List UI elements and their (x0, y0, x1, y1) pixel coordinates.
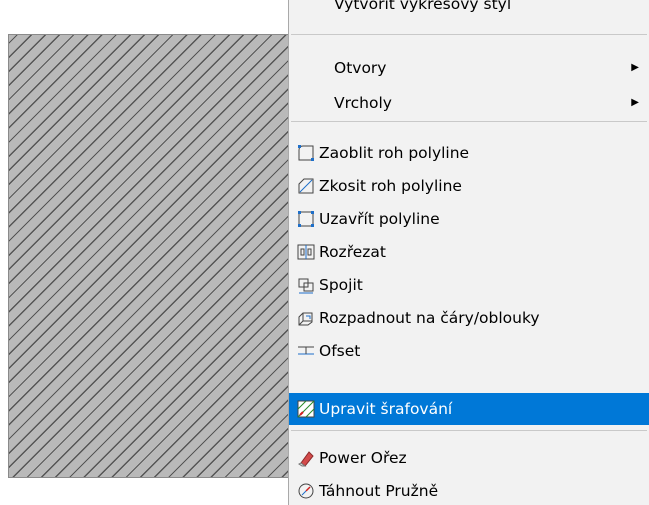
menu-separator (291, 121, 647, 122)
menu-item-vertices[interactable]: Vrcholy ▶ (289, 88, 649, 117)
offset-icon (297, 342, 315, 360)
menu-item-label: Vrcholy (334, 93, 392, 112)
menu-separator (291, 430, 647, 431)
submenu-arrow-icon: ▶ (631, 97, 639, 108)
split-icon (297, 243, 315, 261)
menu-item-join[interactable]: Spojit (289, 270, 649, 299)
menu-item-label: Rozpadnout na čáry/oblouky (319, 308, 540, 327)
menu-item-edit-hatch[interactable]: Upravit šrafování (289, 393, 649, 425)
menu-item-explode[interactable]: Rozpadnout na čáry/oblouky (289, 303, 649, 332)
menu-item-close-polyline[interactable]: Uzavřít polyline (289, 204, 649, 233)
menu-item-create-plot-style[interactable]: Vytvořit výkresový styl (289, 0, 649, 27)
hatched-region[interactable] (8, 34, 293, 478)
menu-item-label: Upravit šrafování (319, 400, 453, 418)
close-polyline-icon (297, 210, 315, 228)
menu-item-chamfer-polyline[interactable]: Zkosit roh polyline (289, 171, 649, 200)
menu-item-label: Vytvořit výkresový styl (334, 0, 512, 13)
menu-separator (291, 34, 647, 35)
menu-item-offset[interactable]: Ofset (289, 336, 649, 365)
chamfer-polyline-icon (297, 177, 315, 195)
menu-item-openings[interactable]: Otvory ▶ (289, 53, 649, 82)
menu-item-label: Uzavřít polyline (319, 209, 440, 228)
menu-item-label: Otvory (334, 58, 387, 77)
submenu-arrow-icon: ▶ (631, 62, 639, 73)
menu-item-label: Rozřezat (319, 242, 386, 261)
canvas-dots (8, 487, 293, 491)
power-trim-icon (297, 449, 315, 467)
menu-item-power-trim[interactable]: Power Ořez (289, 443, 649, 472)
menu-item-stretch-dynamic[interactable]: Táhnout Pružně (289, 476, 649, 505)
menu-item-fillet-polyline[interactable]: Zaoblit roh polyline (289, 138, 649, 167)
edit-hatch-icon (297, 400, 315, 418)
fillet-polyline-icon (297, 144, 315, 162)
menu-item-label: Spojit (319, 275, 363, 294)
menu-item-label: Power Ořez (319, 448, 407, 467)
menu-item-label: Zkosit roh polyline (319, 176, 462, 195)
stretch-dynamic-icon (297, 482, 315, 500)
menu-item-label: Ofset (319, 341, 361, 360)
menu-item-label: Táhnout Pružně (319, 481, 439, 500)
menu-item-label: Zaoblit roh polyline (319, 143, 470, 162)
explode-icon (297, 309, 315, 327)
menu-item-split[interactable]: Rozřezat (289, 237, 649, 266)
context-menu: Vytvořit výkresový styl Otvory ▶ Vrcholy… (288, 0, 649, 505)
join-icon (297, 276, 315, 294)
